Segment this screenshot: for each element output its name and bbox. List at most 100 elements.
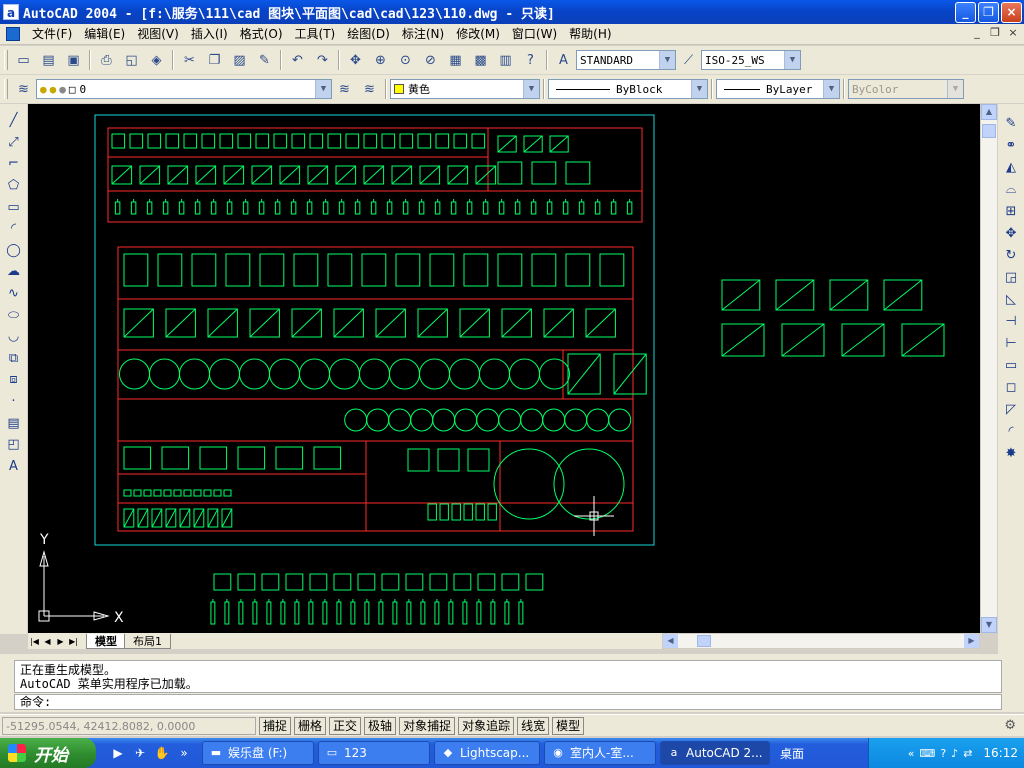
expand-icon[interactable]: » — [176, 745, 192, 761]
vertical-scroll-thumb[interactable] — [982, 124, 996, 138]
move-icon[interactable]: ✥ — [1000, 222, 1022, 244]
next-tab-icon[interactable]: ▶ — [54, 635, 67, 648]
erase-icon[interactable]: ✎ — [1000, 112, 1022, 134]
insert-block-icon[interactable]: ⧉ — [3, 348, 25, 370]
tray-expand-icon[interactable]: « — [908, 747, 915, 760]
construction-line-icon[interactable]: ⤢ — [3, 132, 25, 154]
offset-icon[interactable]: ⌓ — [1000, 178, 1022, 200]
break-icon[interactable]: ▭ — [1000, 354, 1022, 376]
dimension-style-icon[interactable]: ⟋ — [677, 49, 700, 71]
grid-toggle[interactable]: 栅格 — [294, 716, 327, 735]
task-drive[interactable]: ▬ 娱乐盘 (F:) — [202, 741, 314, 765]
menu-window[interactable]: 窗口(W) — [506, 24, 563, 44]
last-tab-icon[interactable]: ▶| — [67, 635, 80, 648]
messenger-icon[interactable]: ✈ — [132, 745, 148, 761]
menu-modify[interactable]: 修改(M) — [450, 24, 506, 44]
menu-dimension[interactable]: 标注(N) — [396, 24, 450, 44]
otrack-toggle[interactable]: 对象追踪 — [458, 716, 515, 735]
match-properties-icon[interactable]: ✎ — [253, 49, 276, 71]
point-icon[interactable]: · — [3, 391, 25, 413]
text-style-icon[interactable]: A — [552, 49, 575, 71]
line-icon[interactable]: ╱ — [3, 110, 25, 132]
polygon-icon[interactable]: ⬠ — [3, 175, 25, 197]
trim-icon[interactable]: ⊣ — [1000, 310, 1022, 332]
array-icon[interactable]: ⊞ — [1000, 200, 1022, 222]
help-tray-icon[interactable]: ? — [940, 747, 946, 760]
linetype-select[interactable]: ByBlock ▼ — [548, 79, 708, 99]
publish-icon[interactable]: ◈ — [145, 49, 168, 71]
start-button[interactable]: 开始 — [0, 738, 96, 768]
text-style-select[interactable]: STANDARD ▼ — [576, 50, 676, 70]
prev-tab-icon[interactable]: ◀ — [41, 635, 54, 648]
new-file-icon[interactable]: ▭ — [12, 49, 35, 71]
scale-icon[interactable]: ◲ — [1000, 266, 1022, 288]
cut-icon[interactable]: ✂ — [178, 49, 201, 71]
revision-cloud-icon[interactable]: ☁ — [3, 261, 25, 283]
circle-icon[interactable]: ◯ — [3, 240, 25, 262]
close-button[interactable]: × — [1001, 2, 1022, 23]
volume-icon[interactable]: ♪ — [951, 747, 958, 760]
chevron-down-icon[interactable]: ▼ — [823, 80, 839, 98]
properties-icon[interactable]: ▦ — [444, 49, 467, 71]
print-icon[interactable]: ⎙ — [95, 49, 118, 71]
undo-icon[interactable]: ↶ — [286, 49, 309, 71]
redo-icon[interactable]: ↷ — [311, 49, 334, 71]
lineweight-select[interactable]: ByLayer ▼ — [716, 79, 840, 99]
polar-toggle[interactable]: 极轴 — [364, 716, 397, 735]
copy-object-icon[interactable]: ⚭ — [1000, 134, 1022, 156]
toolbar-grip[interactable] — [4, 79, 8, 99]
extend-icon[interactable]: ⊢ — [1000, 332, 1022, 354]
network-icon[interactable]: ⇄ — [963, 747, 972, 760]
arc-icon[interactable]: ◜ — [3, 218, 25, 240]
drawing-canvas[interactable]: Y X — [28, 104, 980, 633]
hand-icon[interactable]: ✋ — [154, 745, 170, 761]
explode-icon[interactable]: ✸ — [1000, 442, 1022, 464]
tab-model[interactable]: 模型 — [86, 633, 126, 649]
region-icon[interactable]: ◰ — [3, 434, 25, 456]
vertical-scrollbar[interactable]: ▲ ▼ — [980, 104, 997, 633]
chamfer-icon[interactable]: ◸ — [1000, 398, 1022, 420]
paste-icon[interactable]: ▨ — [228, 49, 251, 71]
first-tab-icon[interactable]: |◀ — [28, 635, 41, 648]
zoom-previous-icon[interactable]: ⊘ — [419, 49, 442, 71]
layer-select[interactable]: ● ● ● □ 0 ▼ — [36, 79, 332, 99]
task-browser[interactable]: ◉ 室内人-室... — [544, 741, 656, 765]
zoom-window-icon[interactable]: ⊙ — [394, 49, 417, 71]
layer-previous-icon[interactable]: ≋ — [358, 78, 381, 100]
snap-toggle[interactable]: 捕捉 — [259, 716, 292, 735]
make-block-icon[interactable]: ⧈ — [3, 369, 25, 391]
command-input[interactable]: 命令: — [14, 694, 1002, 710]
ortho-toggle[interactable]: 正交 — [329, 716, 362, 735]
fillet-icon[interactable]: ◜ — [1000, 420, 1022, 442]
dimension-style-select[interactable]: ISO-25_WS ▼ — [701, 50, 801, 70]
horizontal-scrollbar[interactable]: ◀ ▶ — [662, 633, 980, 649]
layer-manager-icon[interactable]: ≋ — [12, 78, 35, 100]
task-lightscape[interactable]: ◆ Lightscap... — [434, 741, 540, 765]
menu-insert[interactable]: 插入(I) — [185, 24, 234, 44]
status-tray-icon[interactable]: ⚙ — [1004, 718, 1016, 733]
task-folder[interactable]: ▭ 123 — [318, 741, 430, 765]
copy-icon[interactable]: ❐ — [203, 49, 226, 71]
menu-help[interactable]: 帮助(H) — [563, 24, 617, 44]
task-autocad[interactable]: a AutoCAD 2... — [660, 741, 770, 765]
scroll-up-icon[interactable]: ▲ — [981, 104, 997, 120]
print-preview-icon[interactable]: ◱ — [120, 49, 143, 71]
menu-edit[interactable]: 编辑(E) — [78, 24, 131, 44]
restore-button[interactable]: ❐ — [978, 2, 999, 23]
menu-draw[interactable]: 绘图(D) — [341, 24, 396, 44]
tool-palettes-icon[interactable]: ▥ — [494, 49, 517, 71]
menu-format[interactable]: 格式(O) — [234, 24, 289, 44]
model-toggle[interactable]: 模型 — [552, 716, 585, 735]
scroll-right-icon[interactable]: ▶ — [964, 634, 979, 648]
document-icon[interactable] — [6, 27, 20, 41]
ellipse-icon[interactable]: ⬭ — [3, 304, 25, 326]
polyline-icon[interactable]: ⌐ — [3, 153, 25, 175]
stretch-icon[interactable]: ◺ — [1000, 288, 1022, 310]
desktop-toolbar-label[interactable]: 桌面 — [780, 745, 804, 762]
menu-file[interactable]: 文件(F) — [26, 24, 78, 44]
zoom-realtime-icon[interactable]: ⊕ — [369, 49, 392, 71]
design-center-icon[interactable]: ▩ — [469, 49, 492, 71]
doc-restore-button[interactable]: ❐ — [988, 26, 1002, 40]
join-icon[interactable]: ◻ — [1000, 376, 1022, 398]
multiline-text-icon[interactable]: A — [3, 456, 25, 478]
